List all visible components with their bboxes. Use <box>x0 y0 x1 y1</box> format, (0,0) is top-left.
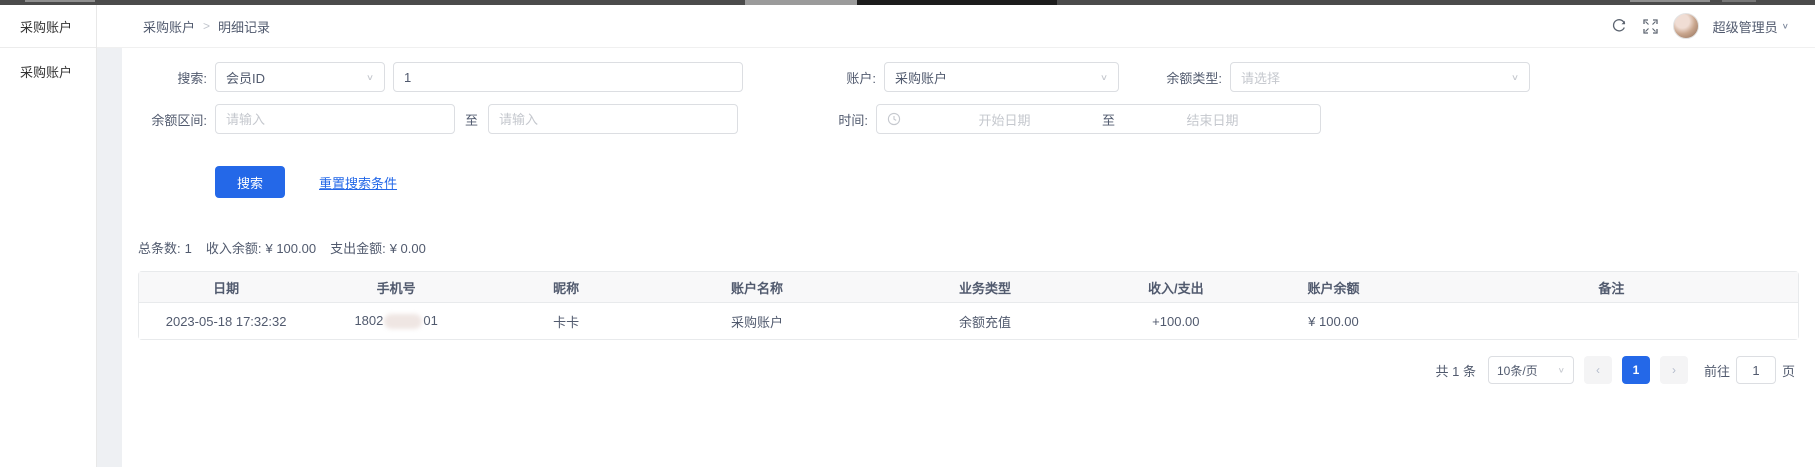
chevron-down-icon: ∨ <box>1558 366 1565 374</box>
sidebar-item-purchase-account[interactable]: 采购账户 <box>0 5 96 48</box>
page-unit-label: 页 <box>1782 361 1795 380</box>
col-header-balance: 账户余额 <box>1242 272 1424 303</box>
page-size-value: 10条/页 <box>1497 362 1538 379</box>
chevron-down-icon: ∨ <box>1511 72 1519 82</box>
header-actions: 超级管理员 ∨ <box>1611 13 1789 39</box>
table-header-row: 日期 手机号 昵称 账户名称 业务类型 收入/支出 账户余额 备注 <box>139 272 1798 303</box>
balance-type-select[interactable]: 请选择 ∨ <box>1230 62 1530 92</box>
phone-suffix: 01 <box>423 313 437 328</box>
summary-income: 收入余额:¥ 100.00 <box>206 238 316 257</box>
summary-expense: 支出金额:¥ 0.00 <box>330 238 426 257</box>
account-value: 采购账户 <box>895 68 947 87</box>
clock-icon <box>887 112 901 126</box>
breadcrumb-item-detail-records: 明细记录 <box>218 17 270 36</box>
summary-total: 总条数:1 <box>138 238 192 257</box>
cell-phone: 1802 01 <box>313 303 479 339</box>
fullscreen-icon[interactable] <box>1642 18 1659 35</box>
cell-amount: +100.00 <box>1109 303 1242 339</box>
search-button[interactable]: 搜索 <box>215 166 285 198</box>
breadcrumb-separator-icon: > <box>203 19 210 33</box>
cell-date: 2023-05-18 17:32:32 <box>139 303 313 339</box>
page: 采购账户 采购账户 采购账户 > 明细记录 <box>0 0 1815 467</box>
account-select[interactable]: 采购账户 ∨ <box>884 62 1119 92</box>
cell-account-name: 采购账户 <box>653 303 860 339</box>
user-menu[interactable]: 超级管理员 ∨ <box>1713 17 1789 36</box>
goto-label: 前往 <box>1704 361 1730 380</box>
chevron-left-icon: ‹ <box>1596 363 1600 377</box>
phone-prefix: 1802 <box>354 313 383 328</box>
next-page-button[interactable]: › <box>1660 356 1688 384</box>
browser-strip-text-remnant <box>1722 0 1756 2</box>
browser-strip-text-remnant <box>25 0 95 2</box>
browser-strip-text-remnant <box>1630 0 1710 2</box>
search-input[interactable] <box>393 62 743 92</box>
chevron-down-icon: ∨ <box>1782 22 1789 31</box>
sidebar: 采购账户 采购账户 <box>0 5 97 467</box>
pagination-total: 共 1 条 <box>1436 361 1476 380</box>
content-card: 搜索: 会员ID ∨ 账户: 采购账户 ∨ 余额类型: <box>122 48 1815 467</box>
sidebar-subitem-label: 采购账户 <box>20 62 72 81</box>
cell-nickname: 卡卡 <box>479 303 653 339</box>
range-min-input[interactable] <box>215 104 455 134</box>
summary-bar: 总条数:1 收入余额:¥ 100.00 支出金额:¥ 0.00 <box>138 238 1799 257</box>
search-form: 搜索: 会员ID ∨ 账户: 采购账户 ∨ 余额类型: <box>138 62 1799 198</box>
browser-tab-remnant <box>745 0 857 5</box>
records-table: 日期 手机号 昵称 账户名称 业务类型 收入/支出 账户余额 备注 <box>138 271 1799 340</box>
search-type-value: 会员ID <box>226 68 265 87</box>
col-header-nickname: 昵称 <box>479 272 653 303</box>
reset-search-link[interactable]: 重置搜索条件 <box>319 173 397 192</box>
col-header-phone: 手机号 <box>313 272 479 303</box>
col-header-date: 日期 <box>139 272 313 303</box>
goto-page-input[interactable] <box>1736 356 1776 384</box>
page-number-button[interactable]: 1 <box>1622 356 1650 384</box>
goto-page: 前往 页 <box>1704 356 1795 384</box>
col-header-biz-type: 业务类型 <box>861 272 1110 303</box>
cell-biz-type: 余额充值 <box>861 303 1110 339</box>
search-label: 搜索: <box>142 68 207 87</box>
sidebar-subitem-purchase-account[interactable]: 采购账户 <box>0 48 96 94</box>
time-label: 时间: <box>746 110 868 129</box>
sidebar-item-label: 采购账户 <box>20 17 72 36</box>
breadcrumb-item-purchase-account[interactable]: 采购账户 <box>143 17 195 36</box>
prev-page-button[interactable]: ‹ <box>1584 356 1612 384</box>
date-range-separator: 至 <box>1102 110 1115 129</box>
form-row-1: 搜索: 会员ID ∨ 账户: 采购账户 ∨ 余额类型: <box>142 62 1799 92</box>
refresh-icon[interactable] <box>1611 18 1628 35</box>
cell-remark <box>1425 303 1798 339</box>
balance-range-label: 余额区间: <box>142 110 207 129</box>
pagination: 共 1 条 10条/页 ∨ ‹ 1 › 前往 页 <box>138 356 1799 384</box>
cell-balance: ¥ 100.00 <box>1242 303 1424 339</box>
content-gutter <box>97 48 122 467</box>
header-bar: 采购账户 > 明细记录 超级管理员 ∨ <box>97 5 1815 48</box>
range-max-input[interactable] <box>488 104 738 134</box>
table-row: 2023-05-18 17:32:32 180201 卡卡 采购账户 余额充值 … <box>139 303 1798 339</box>
search-type-select[interactable]: 会员ID ∨ <box>215 62 385 92</box>
main-content: 搜索: 会员ID ∨ 账户: 采购账户 ∨ 余额类型: <box>97 48 1815 467</box>
range-separator: 至 <box>463 110 480 129</box>
date-start-placeholder[interactable]: 开始日期 <box>907 110 1102 129</box>
col-header-remark: 备注 <box>1425 272 1798 303</box>
phone-masked-blur <box>384 314 422 329</box>
col-header-amount: 收入/支出 <box>1109 272 1242 303</box>
page-size-select[interactable]: 10条/页 ∨ <box>1488 356 1574 384</box>
form-actions: 搜索 重置搜索条件 <box>215 166 1799 198</box>
user-name-label: 超级管理员 <box>1713 17 1778 36</box>
col-header-account-name: 账户名称 <box>653 272 860 303</box>
browser-strip-dark-segment <box>857 0 1057 5</box>
browser-edge-strip <box>0 0 1815 5</box>
date-end-placeholder[interactable]: 结束日期 <box>1115 110 1310 129</box>
balance-type-label: 余额类型: <box>1127 68 1222 87</box>
balance-type-placeholder: 请选择 <box>1241 68 1280 87</box>
chevron-down-icon: ∨ <box>1100 72 1108 82</box>
account-label: 账户: <box>751 68 876 87</box>
chevron-down-icon: ∨ <box>366 72 374 82</box>
records-table-wrap: 日期 手机号 昵称 账户名称 业务类型 收入/支出 账户余额 备注 <box>138 271 1799 340</box>
form-row-2: 余额区间: 至 时间: 开始日期 至 结束日期 <box>142 104 1799 134</box>
breadcrumb: 采购账户 > 明细记录 <box>143 17 270 36</box>
date-range-picker[interactable]: 开始日期 至 结束日期 <box>876 104 1321 134</box>
user-avatar[interactable] <box>1673 13 1699 39</box>
chevron-right-icon: › <box>1672 363 1676 377</box>
